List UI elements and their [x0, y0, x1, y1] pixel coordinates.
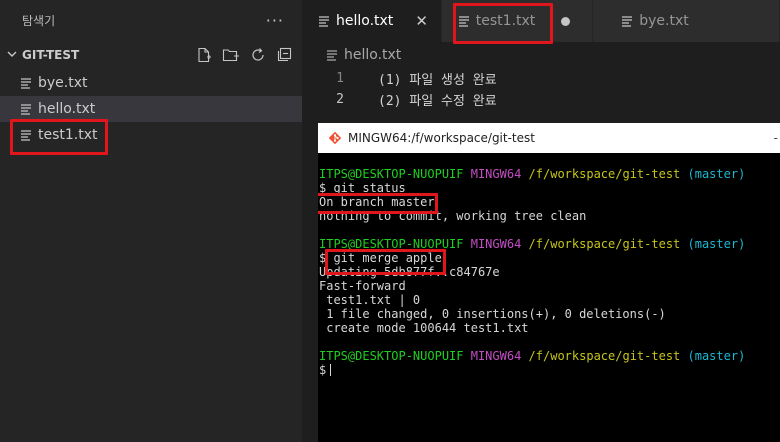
- command-git-status: $ git status: [319, 181, 406, 195]
- folder-git-test[interactable]: GIT-TEST: [0, 40, 302, 70]
- text-file-icon: [20, 103, 32, 115]
- tab-test1[interactable]: test1.txt: [441, 0, 594, 42]
- code-line-2[interactable]: 2 (2) 파일 수정 완료: [302, 89, 780, 110]
- output-fast-forward: Fast-forward: [319, 279, 406, 293]
- output-file-stat: test1.txt | 0: [319, 293, 421, 307]
- tab-label: hello.txt: [336, 13, 394, 29]
- text-file-icon: [318, 15, 330, 27]
- folder-name: GIT-TEST: [22, 48, 80, 62]
- text-file-icon: [326, 49, 338, 61]
- collapse-all-icon[interactable]: [276, 47, 292, 63]
- file-name: hello.txt: [38, 101, 96, 117]
- folder-actions: [196, 47, 302, 63]
- file-name: bye.txt: [38, 75, 88, 91]
- output-updating: Updating 5db877f..c84767e: [319, 265, 500, 279]
- breadcrumb[interactable]: hello.txt: [302, 42, 780, 68]
- file-item-bye[interactable]: bye.txt: [0, 70, 302, 96]
- prompt-line: ITPS@DESKTOP-NUOPUIF MINGW64 /f/workspac…: [319, 167, 746, 181]
- command-input-line[interactable]: $: [319, 363, 780, 377]
- explorer-title: 탐색기: [22, 13, 56, 28]
- new-folder-icon[interactable]: [222, 47, 240, 63]
- output-working-tree: nothing to commit, working tree clean: [319, 209, 587, 223]
- text-cursor: [330, 364, 332, 376]
- chevron-down-icon[interactable]: [4, 49, 20, 62]
- prompt-line: ITPS@DESKTOP-NUOPUIF MINGW64 /f/workspac…: [319, 349, 746, 363]
- file-name: test1.txt: [38, 127, 98, 143]
- new-file-icon[interactable]: [196, 47, 212, 63]
- command-git-merge: $ git merge apple: [319, 251, 442, 265]
- text-file-icon: [20, 77, 32, 89]
- line-number: 2: [336, 92, 344, 107]
- text-file-icon: [621, 15, 633, 27]
- unsaved-dot-icon[interactable]: [561, 16, 571, 26]
- output-on-branch: On branch master: [319, 195, 435, 209]
- code-line-1[interactable]: 1 (1) 파일 생성 완료: [302, 68, 780, 89]
- minimize-icon[interactable]: -: [774, 131, 778, 145]
- file-item-hello[interactable]: hello.txt: [0, 96, 302, 122]
- line-text: (1) 파일 생성 완료: [378, 73, 497, 88]
- git-diamond-icon: [328, 131, 342, 145]
- tab-hello[interactable]: hello.txt ✕: [302, 0, 442, 42]
- file-item-test1[interactable]: test1.txt: [0, 122, 302, 148]
- text-file-icon: [20, 129, 32, 141]
- prompt-line: ITPS@DESKTOP-NUOPUIF MINGW64 /f/workspac…: [319, 237, 746, 251]
- tab-label: bye.txt: [639, 13, 689, 29]
- output-changes-summary: 1 file changed, 0 insertions(+), 0 delet…: [319, 307, 666, 321]
- tab-bar: hello.txt ✕ test1.txt bye.txt: [302, 0, 780, 42]
- tab-bye[interactable]: bye.txt: [593, 0, 780, 42]
- line-text: (2) 파일 수정 완료: [378, 94, 497, 109]
- breadcrumb-file: hello.txt: [344, 47, 402, 63]
- text-file-icon: [458, 15, 470, 27]
- terminal-output[interactable]: ITPS@DESKTOP-NUOPUIF MINGW64 /f/workspac…: [318, 153, 780, 377]
- tab-label: test1.txt: [475, 13, 536, 29]
- refresh-icon[interactable]: [250, 47, 266, 63]
- more-actions-icon[interactable]: ···: [266, 11, 284, 30]
- terminal-titlebar[interactable]: MINGW64:/f/workspace/git-test -: [318, 123, 780, 153]
- terminal-title: MINGW64:/f/workspace/git-test: [348, 131, 535, 145]
- terminal-window[interactable]: MINGW64:/f/workspace/git-test - ITPS@DES…: [318, 123, 780, 442]
- explorer-sidebar: 탐색기 ··· GIT-TEST bye.txt hello.txt test1…: [0, 0, 302, 442]
- explorer-header: 탐색기 ···: [0, 0, 302, 40]
- close-icon[interactable]: ✕: [415, 12, 428, 30]
- output-create-mode: create mode 100644 test1.txt: [319, 321, 529, 335]
- line-number: 1: [336, 71, 344, 86]
